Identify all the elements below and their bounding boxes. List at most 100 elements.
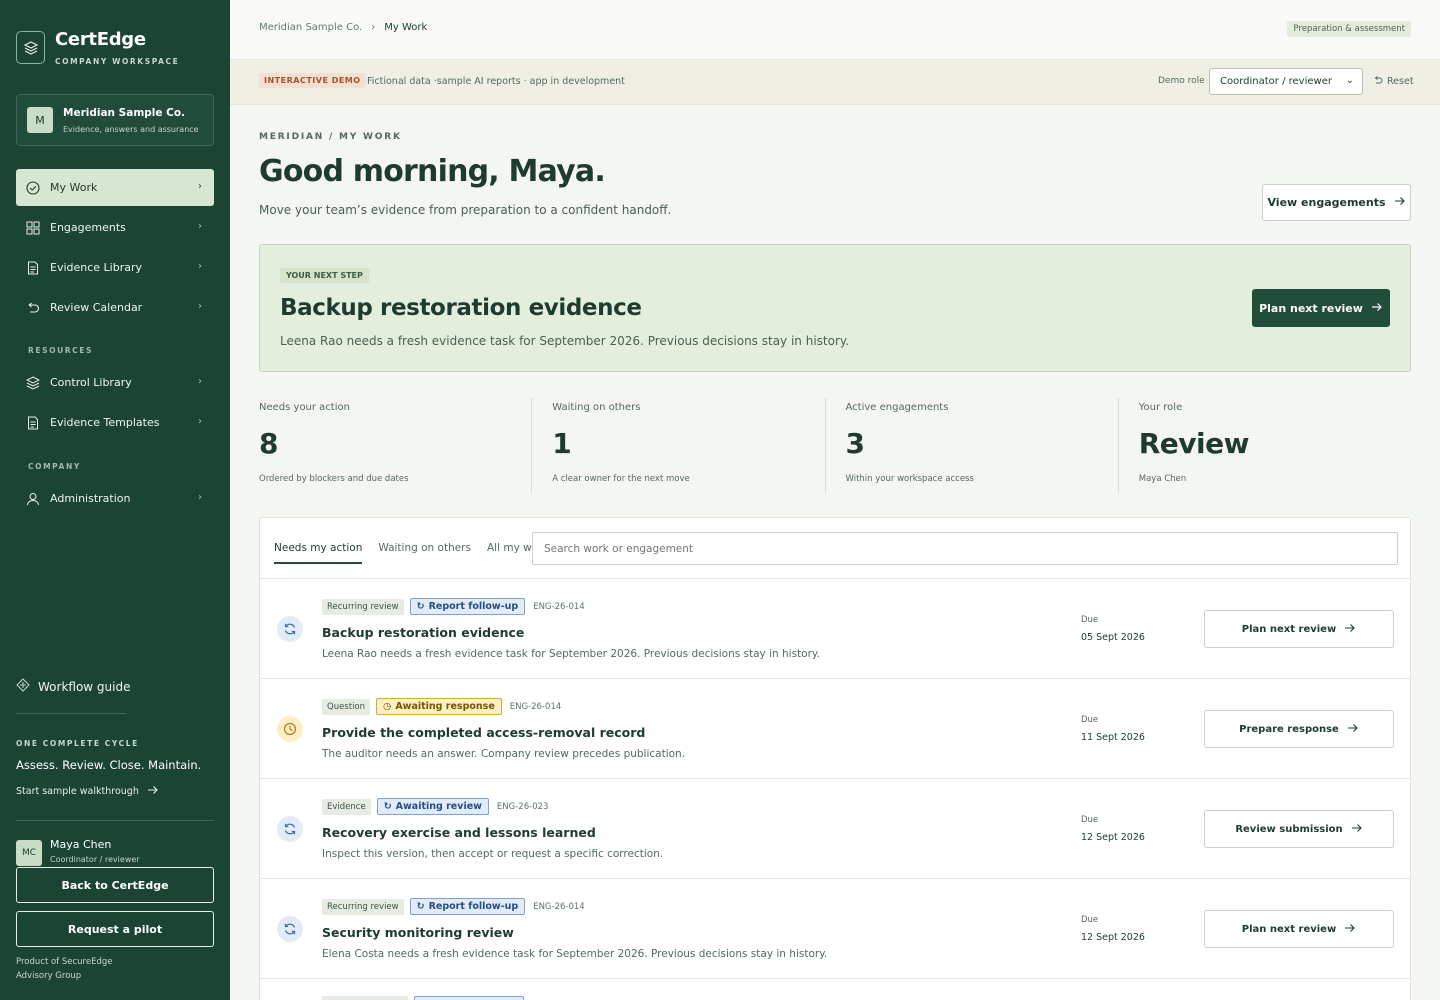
table-row[interactable]: Recurring review ↻ Report follow-up ENG-2…: [260, 579, 1410, 679]
stats-row: Needs your action 8 Ordered by blockers …: [259, 398, 1411, 493]
workflow-guide-link[interactable]: Workflow guide: [16, 678, 130, 695]
brand[interactable]: CertEdge COMPANY WORKSPACE: [16, 30, 179, 66]
type-badge: Question: [322, 698, 371, 715]
stat-note: Ordered by blockers and due dates: [259, 474, 409, 484]
chevron-down-icon: ⌄: [1345, 75, 1354, 86]
stat-label: Active engagements: [845, 402, 949, 413]
table-row[interactable]: Recurring review ↻ Report follow-up ENG-2…: [260, 879, 1410, 979]
undo-arrow-icon: [26, 301, 40, 315]
plan-next-review-button[interactable]: Plan next review: [1204, 610, 1394, 648]
cycle-text: Assess. Review. Close. Maintain.: [16, 758, 202, 772]
user-role: Coordinator / reviewer: [50, 855, 140, 864]
demo-badge: INTERACTIVE DEMO: [259, 73, 366, 88]
back-to-certedge-button[interactable]: Back to CertEdge: [16, 867, 214, 903]
row-action-label: Plan next review: [1241, 923, 1337, 935]
cycle-label: ONE COMPLETE CYCLE: [16, 739, 139, 748]
demo-role-select[interactable]: Coordinator / reviewer ⌄: [1209, 68, 1363, 95]
row-title: Recovery exercise and lessons learned: [322, 825, 596, 840]
stat-note: A clear owner for the next move: [552, 474, 690, 484]
row-action-label: Plan next review: [1241, 623, 1337, 635]
row-description: The auditor needs an answer. Company rev…: [322, 748, 686, 760]
engagement-id: ENG-26-014: [533, 901, 585, 912]
table-row[interactable]: Question ◷ Awaiting response ENG-26-014 P…: [260, 679, 1410, 779]
plan-next-review-button[interactable]: Plan next review: [1204, 910, 1394, 948]
request-pilot-button[interactable]: Request a pilot: [16, 911, 214, 947]
chevron-right-icon: ›: [198, 261, 202, 272]
chevron-right-icon: ›: [198, 376, 202, 387]
work-panel: Needs my action Waiting on others All my…: [259, 517, 1411, 1000]
page-subtitle: Move your team’s evidence from preparati…: [259, 203, 672, 217]
type-badge: Recurring review: [322, 898, 404, 915]
breadcrumb-current: My Work: [384, 22, 428, 33]
start-walkthrough-link[interactable]: Start sample walkthrough: [16, 785, 159, 798]
phase-badge: Preparation & assessment: [1287, 21, 1411, 37]
prepare-response-button[interactable]: Prepare response: [1204, 710, 1394, 748]
stat-needs-action: Needs your action 8 Ordered by blockers …: [259, 398, 531, 493]
nav-section-company: COMPANY: [28, 462, 81, 471]
refresh-icon: [277, 616, 303, 642]
status-badge: ↻ Report follow-up: [409, 898, 526, 915]
sidebar: CertEdge COMPANY WORKSPACE M Meridian Sa…: [0, 0, 230, 1000]
review-submission-button[interactable]: Review submission: [1204, 810, 1394, 848]
row-tags: Question ◷ Awaiting response ENG-26-014: [322, 698, 561, 715]
sidebar-item-administration[interactable]: Administration ›: [16, 480, 214, 517]
document-icon: [26, 261, 40, 275]
tab-needs-my-action[interactable]: Needs my action: [274, 542, 363, 564]
refresh-icon: ↻: [416, 901, 425, 912]
plan-next-review-button[interactable]: Plan next review: [1252, 289, 1390, 327]
sidebar-item-evidence-library[interactable]: Evidence Library ›: [16, 249, 214, 286]
status-badge-stub: [414, 996, 524, 1000]
chevron-right-icon: ›: [198, 416, 202, 427]
row-title: Security monitoring review: [322, 925, 514, 940]
breadcrumb-root[interactable]: Meridian Sample Co.: [259, 22, 362, 33]
view-engagements-button[interactable]: View engagements: [1262, 184, 1411, 221]
clock-icon: ◷: [383, 701, 392, 712]
top-bar: Meridian Sample Co. › My Work Preparatio…: [230, 0, 1440, 60]
demo-notice: Fictional data ·sample AI reports · app …: [367, 76, 625, 87]
sidebar-item-my-work[interactable]: My Work ›: [16, 169, 214, 206]
row-description: Leena Rao needs a fresh evidence task fo…: [322, 648, 820, 660]
engagement-id: ENG-26-023: [496, 801, 549, 812]
stat-active-engagements: Active engagements 3 Within your workspa…: [824, 398, 1118, 493]
sidebar-item-label: Evidence Templates: [50, 416, 160, 429]
arrow-right-icon: [1394, 196, 1406, 209]
avatar: MC: [16, 840, 42, 866]
undo-arrow-icon: [1373, 75, 1383, 88]
company-switcher[interactable]: M Meridian Sample Co. Evidence, answers …: [16, 94, 214, 146]
stat-value: 3: [845, 427, 865, 460]
arrow-right-icon: [1371, 302, 1383, 315]
sidebar-item-engagements[interactable]: Engagements ›: [16, 209, 214, 246]
sidebar-item-review-calendar[interactable]: Review Calendar ›: [16, 289, 214, 326]
user-profile[interactable]: MC Maya Chen Coordinator / reviewer: [16, 838, 140, 866]
company-subtitle: Evidence, answers and assurance: [63, 124, 199, 134]
footer-note: Product of SecureEdge Advisory Group: [16, 955, 112, 983]
plan-next-review-label: Plan next review: [1259, 301, 1363, 315]
due-date: 11 Sept 2026: [1081, 732, 1145, 743]
status-label: Report follow-up: [428, 901, 519, 912]
footer-note-line: Product of SecureEdge: [16, 957, 113, 967]
table-row[interactable]: Evidence ↻ Awaiting review ENG-26-023 Rec…: [260, 779, 1410, 879]
clock-icon: [277, 716, 303, 742]
row-tags: Recurring review ↻ Report follow-up ENG-2…: [322, 898, 585, 915]
next-step-title: Backup restoration evidence: [280, 295, 642, 321]
next-step-badge: YOUR NEXT STEP: [280, 268, 369, 283]
main-nav: My Work › Engagements › Evidence Library…: [16, 169, 214, 326]
reset-button[interactable]: Reset: [1373, 75, 1414, 88]
due-label: Due: [1081, 915, 1099, 925]
stat-value: 1: [552, 427, 572, 460]
refresh-icon: ↻: [416, 601, 425, 612]
sidebar-item-control-library[interactable]: Control Library ›: [16, 364, 214, 401]
row-tags: Evidence ↻ Awaiting review ENG-26-023: [322, 798, 548, 815]
divider: [16, 713, 126, 714]
sidebar-item-label: Engagements: [50, 221, 126, 234]
chevron-right-icon: ›: [198, 492, 202, 503]
sidebar-item-evidence-templates[interactable]: Evidence Templates ›: [16, 404, 214, 441]
demo-role-value: Coordinator / reviewer: [1220, 76, 1332, 87]
tab-waiting-on-others[interactable]: Waiting on others: [378, 542, 471, 564]
search-input[interactable]: [532, 532, 1398, 565]
stat-value: 8: [259, 427, 278, 460]
sidebar-item-label: Control Library: [50, 376, 132, 389]
row-title: Backup restoration evidence: [322, 625, 525, 640]
stat-note: Maya Chen: [1138, 474, 1187, 484]
row-title: Provide the completed access-removal rec…: [322, 725, 646, 740]
